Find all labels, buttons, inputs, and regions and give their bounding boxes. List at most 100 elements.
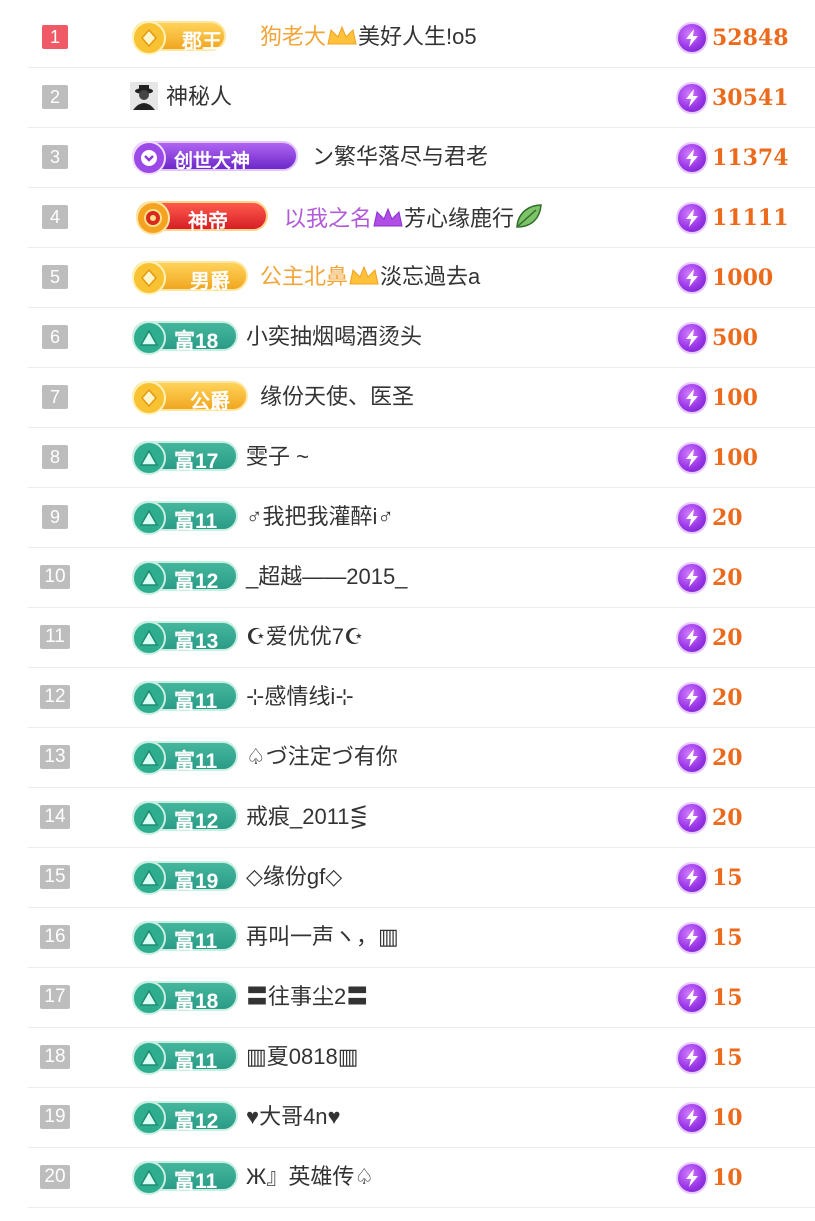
triangle-gem-icon [132, 861, 166, 895]
rank-number: 1 [42, 25, 68, 49]
user-name[interactable]: ☪爱优优7☪ [246, 622, 364, 652]
rank-number: 11 [40, 625, 70, 649]
lightning-icon [676, 442, 708, 474]
ranking-row[interactable]: 4 神帝 以我之名 芳心缘鹿行 11111 [28, 188, 815, 248]
user-name[interactable]: _超越——2015_ [246, 562, 407, 592]
mystery-person-icon [130, 82, 158, 110]
triangle-gem-icon [132, 741, 166, 775]
user-name[interactable]: Ж』英雄传♤ [246, 1162, 374, 1192]
ranking-row[interactable]: 12 富11 ⊹感情线i⊹ 20 [28, 668, 815, 728]
score-value: 52848 [712, 25, 789, 51]
ranking-row[interactable]: 19 富12 ♥大哥4n♥ 10 [28, 1088, 815, 1148]
user-name[interactable]: 〓往事尘2〓 [246, 982, 368, 1012]
medal-icon [136, 201, 170, 235]
ranking-row[interactable]: 11 富13 ☪爱优优7☪ 20 [28, 608, 815, 668]
wealth-level-badge[interactable]: 富13 [132, 617, 238, 655]
wealth-level-badge[interactable]: 富11 [132, 1157, 238, 1195]
gem-icon [132, 21, 166, 55]
ranking-row[interactable]: 1 郡王 狗老大 美好人生!o5 52848 [28, 8, 815, 68]
lightning-icon [676, 982, 708, 1014]
noble-badge[interactable]: 神帝 [136, 197, 268, 235]
rank-number: 12 [40, 685, 70, 709]
ranking-row[interactable]: 5 男爵 公主北鼻 淡忘過去a 1000 [28, 248, 815, 308]
ranking-row[interactable]: 18 富11 ▥夏0818▥ 15 [28, 1028, 815, 1088]
ranking-row[interactable]: 7 公爵 缘份天使、医圣 100 [28, 368, 815, 428]
user-name-text: 神秘人 [166, 84, 233, 109]
badge-label: 富13 [174, 630, 219, 653]
wealth-level-badge[interactable]: 富11 [132, 1037, 238, 1075]
wealth-level-badge[interactable]: 富11 [132, 497, 238, 535]
wealth-level-badge[interactable]: 富12 [132, 797, 238, 835]
ranking-row[interactable]: 9 富11 ♂我把我灌醉i♂ 20 [28, 488, 815, 548]
user-name[interactable]: 公主北鼻 淡忘過去a [260, 262, 480, 292]
user-name[interactable]: ◇缘份gf◇ [246, 862, 342, 892]
noble-badge[interactable]: 男爵 [132, 257, 248, 295]
lightning-icon [676, 1102, 708, 1134]
user-name[interactable]: 神秘人 [130, 82, 232, 112]
user-name-prefix: 以我之名 [284, 206, 373, 231]
user-name[interactable]: ♤づ注定づ有你 [246, 742, 398, 772]
wealth-level-badge[interactable]: 富17 [132, 437, 238, 475]
lightning-icon [676, 682, 708, 714]
ranking-row[interactable]: 14 富12 戒痕_2011⋚ 20 [28, 788, 815, 848]
score-value: 20 [712, 625, 743, 651]
user-name[interactable]: 雯子 ~ [246, 442, 309, 472]
ranking-row[interactable]: 20 富11 Ж』英雄传♤ 10 [28, 1148, 815, 1208]
rank-number: 16 [40, 925, 70, 949]
lightning-icon [676, 382, 708, 414]
ranking-row[interactable]: 6 富18 小奕抽烟喝酒烫头 500 [28, 308, 815, 368]
user-name[interactable]: 小奕抽烟喝酒烫头 [246, 322, 422, 352]
ranking-row[interactable]: 13 富11 ♤づ注定づ有你 20 [28, 728, 815, 788]
user-name[interactable]: 狗老大 美好人生!o5 [260, 22, 477, 52]
ranking-row[interactable]: 2 神秘人 30541 [28, 68, 815, 128]
user-name[interactable]: 缘份天使、医圣 [260, 382, 414, 412]
wealth-level-badge[interactable]: 富19 [132, 857, 238, 895]
score: 20 [676, 502, 743, 534]
wealth-level-badge[interactable]: 富12 [132, 1097, 238, 1135]
lightning-icon [676, 622, 708, 654]
user-name[interactable]: 再叫一声ヽ，▥ [246, 922, 399, 952]
user-name[interactable]: ♥大哥4n♥ [246, 1102, 341, 1132]
ranking-row[interactable]: 10 富12 _超越——2015_ 20 [28, 548, 815, 608]
ranking-row[interactable]: 3 创世大神 ン繁华落尽与君老 11374 [28, 128, 815, 188]
user-name[interactable]: ン繁华落尽与君老 [312, 142, 488, 172]
noble-badge[interactable]: 创世大神 [132, 137, 298, 175]
wealth-level-badge[interactable]: 富11 [132, 677, 238, 715]
wealth-level-badge[interactable]: 富18 [132, 317, 238, 355]
ranking-row[interactable]: 16 富11 再叫一声ヽ，▥ 15 [28, 908, 815, 968]
user-name-prefix: 公主北鼻 [260, 264, 349, 289]
rank-number: 2 [42, 85, 68, 109]
badge-label: 富11 [174, 1050, 218, 1073]
badge-label: 郡王 [182, 31, 222, 53]
score: 15 [676, 982, 743, 1014]
user-name[interactable]: ♂我把我灌醉i♂ [246, 502, 394, 532]
score: 15 [676, 1042, 743, 1074]
noble-badge[interactable]: 郡王 [132, 17, 226, 55]
triangle-gem-icon [132, 1041, 166, 1075]
ranking-row[interactable]: 8 富17 雯子 ~ 100 [28, 428, 815, 488]
wealth-level-badge[interactable]: 富18 [132, 977, 238, 1015]
score-value: 15 [712, 985, 743, 1011]
score-value: 15 [712, 865, 743, 891]
ranking-row[interactable]: 17 富18 〓往事尘2〓 15 [28, 968, 815, 1028]
lightning-icon [676, 922, 708, 954]
rank-number: 10 [40, 565, 70, 589]
score-value: 15 [712, 1045, 743, 1071]
badge-label: 富11 [174, 1170, 218, 1193]
user-name[interactable]: ▥夏0818▥ [246, 1042, 359, 1072]
ranking-list: 1 郡王 狗老大 美好人生!o5 52848 2 神秘人 30541 3 创世大… [28, 8, 815, 1208]
user-name[interactable]: 戒痕_2011⋚ [246, 802, 368, 832]
score: 10 [676, 1102, 743, 1134]
wealth-level-badge[interactable]: 富12 [132, 557, 238, 595]
lightning-icon [676, 562, 708, 594]
noble-badge[interactable]: 公爵 [132, 377, 248, 415]
score-value: 100 [712, 385, 758, 411]
score: 11111 [676, 202, 789, 234]
user-name[interactable]: ⊹感情线i⊹ [246, 682, 354, 712]
wealth-level-badge[interactable]: 富11 [132, 737, 238, 775]
ranking-row[interactable]: 15 富19 ◇缘份gf◇ 15 [28, 848, 815, 908]
score-value: 11374 [712, 145, 789, 171]
wealth-level-badge[interactable]: 富11 [132, 917, 238, 955]
rank-number: 14 [40, 805, 70, 829]
user-name[interactable]: 以我之名 芳心缘鹿行 [284, 202, 544, 234]
